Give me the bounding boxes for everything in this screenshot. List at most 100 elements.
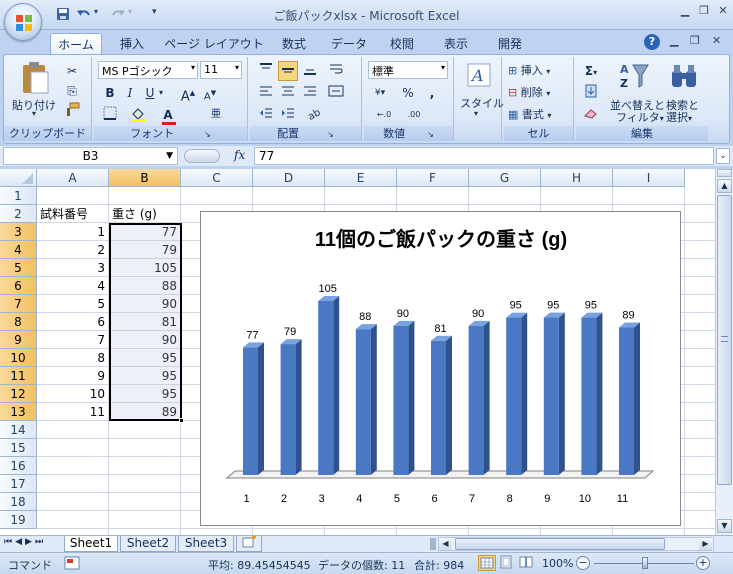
page-layout-view-icon[interactable] bbox=[498, 555, 516, 571]
row-header-5[interactable]: 5 bbox=[0, 259, 37, 277]
row-header-10[interactable]: 10 bbox=[0, 349, 37, 367]
tab-page-layout[interactable]: ページ レイアウト bbox=[164, 35, 264, 54]
dialog-launcher-icon[interactable]: ↘ bbox=[204, 130, 211, 139]
row-header-13[interactable]: 13 bbox=[0, 403, 37, 421]
row-header-6[interactable]: 6 bbox=[0, 277, 37, 295]
chart[interactable]: 11個のご飯パックの重さ (g) 77 1 79 2 105 3 88 4 90 5 81 6 90 7 9… bbox=[200, 211, 681, 526]
scroll-right-icon[interactable]: ▶ bbox=[699, 538, 712, 550]
number-format-select[interactable]: 標準 ▾ bbox=[368, 61, 448, 79]
column-header-d[interactable]: D bbox=[253, 169, 325, 187]
grow-font-icon[interactable]: A▲ bbox=[178, 83, 198, 104]
restore-icon[interactable]: ❐ bbox=[695, 4, 713, 20]
insert-cells-button[interactable]: ⊞ 挿入 ▾ bbox=[508, 62, 550, 78]
column-header-c[interactable]: C bbox=[181, 169, 253, 187]
font-size-select[interactable]: 11 ▾ bbox=[200, 61, 242, 79]
row-header-1[interactable]: 1 bbox=[0, 187, 37, 205]
cell-a7[interactable]: 5 bbox=[37, 295, 109, 313]
workbook-close-icon[interactable]: ✕ bbox=[712, 34, 721, 47]
horizontal-scroll-thumb[interactable] bbox=[455, 538, 665, 550]
cell-a8[interactable]: 6 bbox=[37, 313, 109, 331]
increase-decimal-icon[interactable]: ←.0 .00 bbox=[370, 105, 398, 137]
row-header-9[interactable]: 9 bbox=[0, 331, 37, 349]
row-header-17[interactable]: 17 bbox=[0, 475, 37, 493]
wrap-text-icon[interactable] bbox=[326, 61, 346, 81]
row-header-15[interactable]: 15 bbox=[0, 439, 37, 457]
cell-a5[interactable]: 3 bbox=[37, 259, 109, 277]
row-header-12[interactable]: 12 bbox=[0, 385, 37, 403]
row-header-14[interactable]: 14 bbox=[0, 421, 37, 439]
macro-record-icon[interactable] bbox=[64, 556, 80, 570]
row-header-8[interactable]: 8 bbox=[0, 313, 37, 331]
zoom-slider-thumb[interactable] bbox=[642, 557, 648, 569]
tab-view[interactable]: 表示 bbox=[434, 35, 478, 54]
vertical-scrollbar[interactable]: ▲ ▼ bbox=[715, 169, 733, 535]
comma-style-icon[interactable]: , bbox=[422, 83, 442, 103]
cell-a6[interactable]: 4 bbox=[37, 277, 109, 295]
align-bottom-icon[interactable] bbox=[300, 61, 320, 81]
underline-dropdown-icon[interactable]: ▾ bbox=[156, 83, 166, 103]
row-header-18[interactable]: 18 bbox=[0, 493, 37, 511]
expand-formula-bar-icon[interactable]: ⌄ bbox=[716, 148, 730, 164]
workbook-minimize-icon[interactable]: ▁ bbox=[670, 34, 678, 47]
sheet-tab-sheet3[interactable]: Sheet3 bbox=[178, 536, 234, 552]
phonetic-icon[interactable]: 亜 bbox=[206, 105, 226, 125]
page-break-view-icon[interactable] bbox=[518, 555, 536, 571]
scroll-left-icon[interactable]: ◀ bbox=[439, 538, 452, 550]
help-icon[interactable]: ? bbox=[644, 34, 660, 50]
row-header-16[interactable]: 16 bbox=[0, 457, 37, 475]
column-header-f[interactable]: F bbox=[397, 169, 469, 187]
shrink-font-icon[interactable]: A▼ bbox=[200, 83, 220, 103]
borders-icon[interactable] bbox=[100, 105, 120, 125]
cell-a2[interactable]: 試料番号 bbox=[40, 205, 109, 223]
chart-bar[interactable] bbox=[581, 312, 603, 475]
office-button[interactable] bbox=[4, 3, 42, 41]
chart-bar[interactable] bbox=[506, 312, 528, 475]
font-color-icon[interactable]: A bbox=[158, 105, 178, 125]
insert-function-icon[interactable]: fx bbox=[234, 148, 245, 162]
column-header-a[interactable]: A bbox=[37, 169, 109, 187]
cell-a10[interactable]: 8 bbox=[37, 349, 109, 367]
sheet-tab-sheet1[interactable]: Sheet1 bbox=[64, 536, 118, 552]
formula-bar-splitter[interactable] bbox=[184, 149, 220, 163]
row-header-2[interactable]: 2 bbox=[0, 205, 37, 223]
cell-a9[interactable]: 7 bbox=[37, 331, 109, 349]
sheet-nav-icon[interactable]: ⏮◀▶⏭ bbox=[4, 537, 46, 547]
align-top-icon[interactable] bbox=[256, 61, 276, 81]
paste-button[interactable]: 貼り付け ▾ bbox=[10, 59, 60, 119]
increase-indent-icon[interactable] bbox=[278, 105, 298, 125]
fill-handle[interactable] bbox=[179, 418, 184, 423]
column-header-i[interactable]: I bbox=[613, 169, 685, 187]
horizontal-scrollbar[interactable]: ◀ ▶ bbox=[438, 537, 714, 551]
sheet-tab-sheet2[interactable]: Sheet2 bbox=[120, 536, 176, 552]
zoom-out-icon[interactable]: − bbox=[576, 556, 590, 570]
align-center-icon[interactable] bbox=[278, 83, 298, 103]
worksheet-grid[interactable]: ABCDEFGHI 1 2 3 4 5 6 7 8 9 10 11 12 13 14 15 16 17 18 19 … bbox=[0, 169, 715, 535]
chart-bar[interactable] bbox=[393, 320, 415, 475]
align-right-icon[interactable] bbox=[300, 83, 320, 103]
tab-home[interactable]: ホーム bbox=[50, 33, 102, 55]
autosum-icon[interactable]: Σ▾ bbox=[578, 61, 604, 81]
selection-range[interactable] bbox=[109, 223, 182, 421]
styles-button[interactable]: A スタイル ▾ bbox=[460, 61, 504, 131]
tab-formulas[interactable]: 数式 bbox=[272, 35, 316, 54]
clear-icon[interactable] bbox=[578, 105, 604, 125]
format-cells-button[interactable]: ▦ 書式 ▾ bbox=[508, 106, 551, 122]
fill-color-icon[interactable] bbox=[128, 105, 148, 125]
currency-icon[interactable]: ¥▾ bbox=[370, 83, 390, 103]
chart-bar[interactable] bbox=[355, 324, 377, 475]
percent-icon[interactable]: % bbox=[398, 83, 418, 103]
decrease-decimal-icon[interactable]: .00 →.0 bbox=[400, 105, 428, 137]
dialog-launcher-icon[interactable]: ↘ bbox=[327, 130, 334, 139]
scroll-thumb[interactable] bbox=[717, 195, 732, 485]
normal-view-icon[interactable] bbox=[478, 555, 496, 571]
minimize-icon[interactable]: ▁ bbox=[676, 4, 694, 20]
dialog-launcher-icon[interactable]: ↘ bbox=[427, 130, 434, 139]
align-left-icon[interactable] bbox=[256, 83, 276, 103]
tab-review[interactable]: 校閲 bbox=[380, 35, 424, 54]
column-header-e[interactable]: E bbox=[325, 169, 397, 187]
close-icon[interactable]: ✕ bbox=[714, 4, 732, 20]
column-header-b[interactable]: B bbox=[109, 169, 181, 187]
chart-bar[interactable] bbox=[619, 322, 640, 475]
tab-developer[interactable]: 開発 bbox=[488, 35, 532, 54]
chart-bar[interactable] bbox=[431, 335, 452, 475]
